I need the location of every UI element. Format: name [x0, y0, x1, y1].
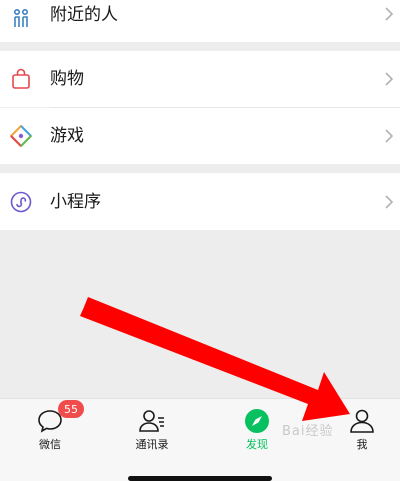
people-nearby-icon	[10, 8, 32, 30]
menu-item-mini-program[interactable]: 小程序	[0, 173, 400, 230]
tab-label: 我	[356, 438, 368, 451]
person-icon	[348, 407, 376, 435]
chevron-right-icon	[385, 129, 394, 143]
compass-icon	[243, 407, 271, 435]
game-diamond-icon	[10, 125, 32, 147]
unread-badge: 55	[58, 400, 84, 418]
home-indicator	[128, 476, 272, 481]
tab-label: 发现	[246, 438, 268, 451]
tab-chats[interactable]: 55 微信	[0, 399, 100, 469]
menu-item-label: 购物	[50, 69, 84, 89]
tab-label: 微信	[39, 438, 61, 451]
tab-contacts[interactable]: 通讯录	[102, 399, 202, 469]
tab-label: 通讯录	[135, 438, 169, 451]
chevron-right-icon	[385, 7, 394, 21]
bottom-tab-bar: 55 微信 通讯录 发现 我	[0, 398, 400, 481]
chevron-right-icon	[385, 72, 394, 86]
contacts-icon	[138, 407, 166, 435]
menu-item-games[interactable]: 游戏	[0, 108, 400, 164]
chevron-right-icon	[385, 195, 394, 209]
menu-item-label: 小程序	[50, 192, 101, 212]
mini-program-icon	[10, 191, 32, 213]
watermark: Bai经验	[282, 424, 334, 439]
menu-item-label: 附近的人	[50, 5, 118, 25]
menu-item-nearby[interactable]: 附近的人	[0, 0, 400, 42]
menu-item-label: 游戏	[50, 126, 84, 146]
menu-item-shopping[interactable]: 购物	[0, 51, 400, 107]
shopping-bag-icon	[10, 68, 32, 90]
